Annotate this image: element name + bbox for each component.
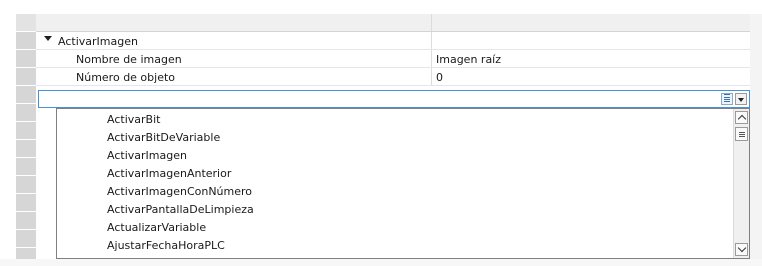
row-gutter (16, 140, 36, 158)
grid-header-row (0, 14, 762, 32)
chevron-down-icon (738, 98, 744, 102)
list-icon[interactable] (721, 93, 733, 105)
row-gutter (16, 230, 36, 248)
section-row[interactable]: ActivarImagen (0, 32, 762, 50)
column-divider[interactable] (431, 14, 432, 31)
dropdown-option[interactable]: ActivarImagenAnterior (107, 165, 231, 183)
dropdown-option[interactable]: ActualizarVariable (107, 219, 206, 237)
header-cells (36, 14, 750, 32)
row-gutter (16, 50, 36, 68)
column-divider (431, 68, 432, 85)
chevron-down-icon (737, 243, 747, 253)
row-gutter (16, 194, 36, 212)
row-gutter (16, 32, 36, 50)
row-gutter (16, 212, 36, 230)
property-grid-window: ActivarImagen Nombre de imagen Imagen ra… (0, 0, 762, 266)
row-gutter (16, 86, 36, 104)
scroll-down-button[interactable] (735, 243, 748, 256)
function-editor-combobox[interactable] (38, 90, 750, 108)
property-value[interactable]: 0 (436, 71, 443, 84)
property-row[interactable]: Número de objeto 0 (0, 68, 762, 86)
dropdown-option[interactable]: ActivarBit (107, 111, 160, 129)
dropdown-button[interactable] (735, 93, 747, 105)
column-divider (431, 32, 432, 49)
dropdown-option[interactable]: ActivarPantallaDeLimpieza (107, 201, 254, 219)
column-divider (431, 50, 432, 67)
grip-icon (739, 132, 745, 133)
function-dropdown-list[interactable]: ActivarBit ActivarBitDeVariable ActivarI… (56, 108, 750, 259)
property-value[interactable]: Imagen raíz (436, 53, 501, 66)
property-cells[interactable]: Número de objeto 0 (36, 68, 750, 86)
property-name: Número de objeto (76, 71, 176, 84)
row-gutter (16, 122, 36, 140)
section-label: ActivarImagen (58, 35, 138, 48)
dropdown-option[interactable]: ActivarImagenConNúmero (107, 183, 252, 201)
row-gutter (16, 158, 36, 176)
dropdown-scrollbar[interactable] (733, 109, 749, 258)
row-gutter (16, 104, 36, 122)
scroll-up-button[interactable] (735, 111, 748, 124)
top-strip (0, 0, 762, 14)
property-row[interactable]: Nombre de imagen Imagen raíz (0, 50, 762, 68)
section-cell[interactable]: ActivarImagen (36, 32, 750, 50)
property-name: Nombre de imagen (76, 53, 182, 66)
scroll-thumb[interactable] (735, 127, 748, 141)
row-gutter (16, 14, 36, 32)
caret-down-icon[interactable] (44, 36, 52, 41)
row-gutter (16, 68, 36, 86)
bottom-edge (0, 259, 762, 266)
right-gutter (750, 14, 762, 266)
chevron-up-icon (737, 114, 747, 124)
property-cells[interactable]: Nombre de imagen Imagen raíz (36, 50, 750, 68)
row-gutter (16, 176, 36, 194)
dropdown-option[interactable]: ActivarImagen (107, 147, 187, 165)
dropdown-option[interactable]: ActivarBitDeVariable (107, 129, 220, 147)
dropdown-option[interactable]: AjustarFechaHoraPLC (107, 237, 225, 255)
